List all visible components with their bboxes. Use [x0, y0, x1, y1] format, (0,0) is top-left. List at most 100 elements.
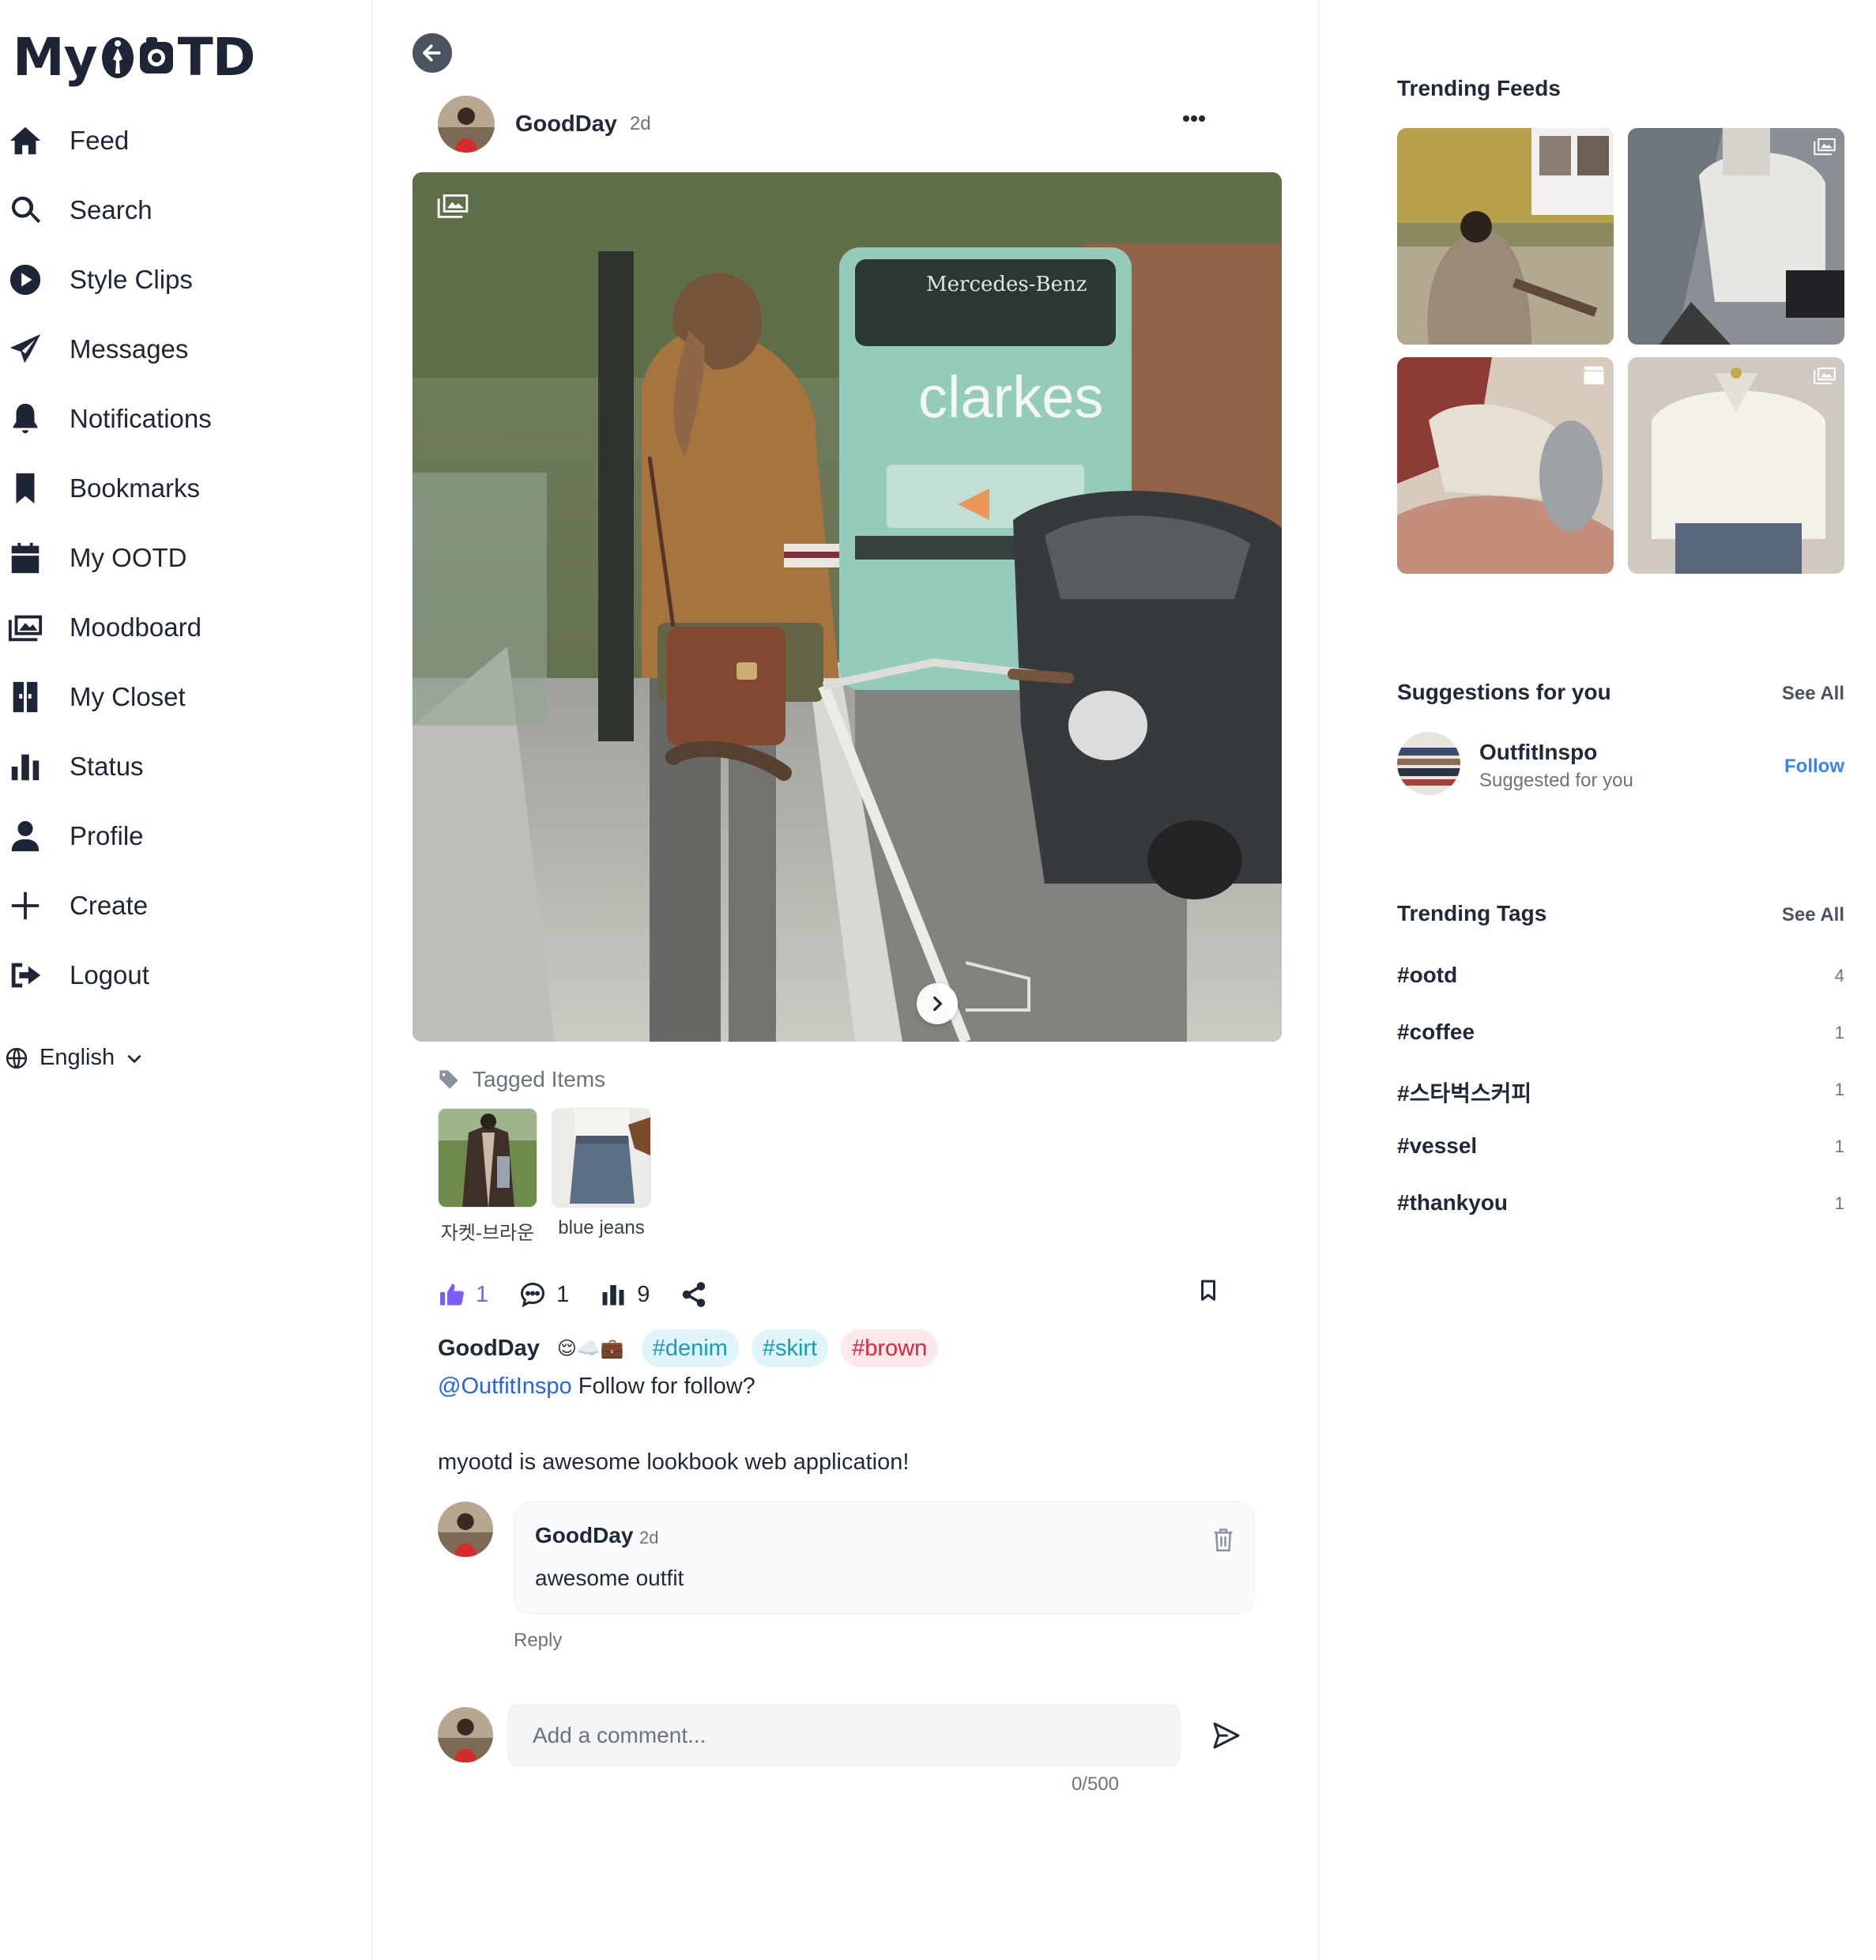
- comment-bubble: GoodDay 2d awesome outfit: [514, 1502, 1255, 1614]
- image-type-icon: [1814, 368, 1836, 385]
- hashtag-chip[interactable]: #skirt: [751, 1329, 829, 1367]
- nav-label: Profile: [70, 821, 144, 850]
- hashtag-chip[interactable]: #brown: [841, 1329, 939, 1367]
- mention-link[interactable]: @OutfitInspo: [438, 1374, 572, 1399]
- nav-item-my-ootd[interactable]: My OOTD: [0, 523, 371, 593]
- share-icon: [683, 1282, 706, 1307]
- video-clapper-icon: [1584, 366, 1604, 385]
- post-photo: Mercedes-Benz clarkes: [412, 172, 1282, 1042]
- post-author[interactable]: GoodDay: [515, 111, 617, 138]
- image-type-icon: [437, 194, 469, 218]
- suggestions-title: Suggestions for you: [1397, 680, 1611, 704]
- tag-name: #thankyou: [1397, 1190, 1509, 1215]
- trending-feed-item[interactable]: [1397, 357, 1614, 574]
- nav-item-status[interactable]: Status: [0, 732, 371, 801]
- tagged-items: Tagged Items 자켓-브라운 blue jeans: [438, 1067, 665, 1245]
- tag-count: 1: [1834, 1193, 1844, 1213]
- trending-feed-item[interactable]: [1397, 128, 1614, 345]
- nav-label: Create: [70, 891, 149, 920]
- reply-link[interactable]: Reply: [514, 1630, 562, 1652]
- share-button[interactable]: [680, 1280, 718, 1309]
- like-count: 1: [476, 1281, 489, 1307]
- comment-bubble-icon: [521, 1282, 545, 1308]
- nav-item-search[interactable]: Search: [0, 175, 371, 245]
- tagged-item[interactable]: blue jeans: [552, 1108, 651, 1245]
- author-avatar[interactable]: [438, 96, 495, 153]
- language-selector[interactable]: English: [5, 1045, 145, 1071]
- nav-item-feed[interactable]: Feed: [0, 106, 371, 175]
- home-icon: [0, 115, 51, 166]
- post-header: GoodDay 2d: [438, 95, 1228, 153]
- caption-author[interactable]: GoodDay: [438, 1329, 540, 1367]
- trending-tag[interactable]: #thankyou 1: [1397, 1190, 1844, 1222]
- sidebar: My TD Feed Search Style Clips Messages N…: [0, 0, 373, 1960]
- follow-button[interactable]: Follow: [1784, 756, 1844, 778]
- trending-tags-see-all[interactable]: See All: [1782, 904, 1844, 926]
- comment-author[interactable]: GoodDay: [535, 1523, 633, 1548]
- tag-name: #스타벅스커피: [1397, 1081, 1532, 1106]
- post-media[interactable]: Mercedes-Benz clarkes: [412, 172, 1282, 1042]
- back-button[interactable]: [412, 33, 452, 73]
- app-logo[interactable]: My TD: [13, 27, 256, 88]
- views-stat: 9: [599, 1280, 650, 1309]
- trending-feeds-title: Trending Feeds: [1397, 76, 1561, 100]
- nav-item-profile[interactable]: Profile: [0, 801, 371, 871]
- suggestion-subtitle: Suggested for you: [1479, 770, 1633, 791]
- comment-input[interactable]: [507, 1704, 1181, 1767]
- tag-count: 1: [1834, 1080, 1844, 1099]
- chevron-down-icon: [127, 1054, 141, 1063]
- more-options-button[interactable]: [1182, 112, 1206, 126]
- bookmark-button[interactable]: [1196, 1277, 1220, 1308]
- comment-button[interactable]: 1: [518, 1280, 569, 1309]
- nav-item-my-closet[interactable]: My Closet: [0, 662, 371, 732]
- caption-header: GoodDay 😌☁️💼 #denim #skirt #brown: [438, 1329, 1260, 1367]
- bar-chart-icon: [602, 1285, 624, 1306]
- trending-tags-title: Trending Tags: [1397, 901, 1547, 925]
- bookmark-outline-icon: [1201, 1280, 1215, 1301]
- closet-icon: [0, 672, 51, 722]
- suggestion-avatar[interactable]: [1397, 732, 1460, 795]
- send-comment-button[interactable]: [1211, 1720, 1242, 1755]
- post-time: 2d: [629, 113, 651, 134]
- tag-count: 1: [1834, 1136, 1844, 1156]
- logout-icon: [0, 950, 51, 1001]
- trending-tag[interactable]: #스타벅스커피 1: [1397, 1076, 1844, 1108]
- add-comment-form: [438, 1704, 1260, 1767]
- nav-item-logout[interactable]: Logout: [0, 940, 371, 1010]
- hashtag-chip[interactable]: #denim: [641, 1329, 739, 1367]
- tagged-item-label: 자켓-브라운: [440, 1223, 535, 1244]
- nav-label: Notifications: [70, 404, 212, 433]
- nav-item-bookmarks[interactable]: Bookmarks: [0, 454, 371, 523]
- nav-item-messages[interactable]: Messages: [0, 315, 371, 384]
- chevron-right-icon: [933, 996, 943, 1012]
- comment-avatar[interactable]: [438, 1502, 493, 1557]
- trending-tag[interactable]: #coffee 1: [1397, 1020, 1844, 1051]
- post-actions: 1 1 9: [438, 1272, 1252, 1317]
- nav-label: Bookmarks: [70, 473, 201, 503]
- nav-item-moodboard[interactable]: Moodboard: [0, 593, 371, 662]
- user-icon: [0, 811, 51, 861]
- nav-item-style-clips[interactable]: Style Clips: [0, 245, 371, 315]
- trending-tag[interactable]: #vessel 1: [1397, 1133, 1844, 1165]
- suggestion-name[interactable]: OutfitInspo: [1479, 740, 1597, 765]
- nav-label: Status: [70, 752, 144, 781]
- tagged-items-list: 자켓-브라운 blue jeans: [438, 1108, 665, 1245]
- tag-icon: [439, 1070, 458, 1089]
- nav-label: My OOTD: [70, 543, 187, 572]
- post-caption: GoodDay 😌☁️💼 #denim #skirt #brown @Outfi…: [438, 1329, 1260, 1481]
- tagged-item-label: blue jeans: [558, 1217, 645, 1238]
- nav-item-notifications[interactable]: Notifications: [0, 384, 371, 454]
- tag-name: #coffee: [1397, 1020, 1475, 1044]
- trash-icon: [1214, 1528, 1233, 1551]
- paper-plane-icon: [0, 324, 51, 375]
- nav-item-create[interactable]: Create: [0, 871, 371, 940]
- tagged-item[interactable]: 자켓-브라운: [438, 1108, 537, 1245]
- trending-feed-item[interactable]: [1628, 128, 1844, 345]
- delete-comment-button[interactable]: [1211, 1526, 1235, 1557]
- trending-feed-item[interactable]: [1628, 357, 1844, 574]
- caption-text: Follow for follow?: [571, 1374, 755, 1399]
- next-image-button[interactable]: [917, 983, 958, 1024]
- like-button[interactable]: 1: [438, 1280, 488, 1309]
- trending-tag[interactable]: #ootd 4: [1397, 963, 1844, 994]
- suggestions-see-all[interactable]: See All: [1782, 683, 1844, 705]
